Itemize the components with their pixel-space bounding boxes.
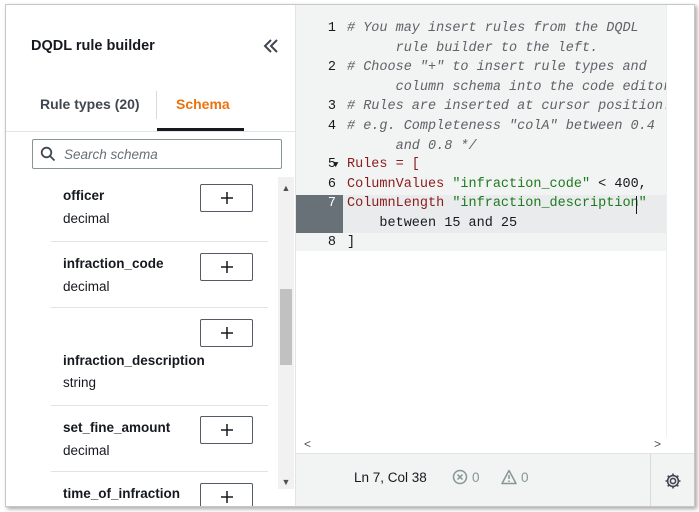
code-line: 8 ]	[296, 233, 666, 253]
code-text: # Rules are inserted at cursor position.	[347, 99, 672, 114]
plus-icon	[220, 491, 233, 503]
error-count-value: 0	[472, 469, 480, 485]
rule-keyword: ColumnValues	[347, 177, 453, 192]
code-line-active: 7 ColumnLength "infraction_description" …	[296, 194, 666, 234]
plus-icon	[220, 192, 233, 204]
code-line: 2 # Choose "+" to insert rule types and …	[296, 58, 679, 98]
plus-icon	[220, 261, 233, 273]
code-text: rule builder to the left.	[347, 41, 599, 56]
rule-condition: < 400,	[590, 177, 647, 192]
tab-divider	[156, 91, 157, 119]
panel-tabs: Rule types (20) Schema	[6, 85, 295, 132]
editor-scrollbar[interactable]	[666, 5, 682, 437]
column-string: "infraction_code"	[452, 177, 591, 192]
panel-title: DQDL rule builder	[31, 38, 155, 54]
code-line: 5 ▼ Rules = [	[296, 155, 666, 175]
code-text: # Choose "+" to insert rule types and	[347, 60, 647, 75]
scroll-right-icon[interactable]: >	[654, 437, 661, 451]
column-type: decimal	[63, 443, 110, 458]
column-type: string	[63, 375, 97, 390]
column-name: officer	[63, 188, 105, 203]
line-number: 1	[327, 21, 336, 36]
add-column-button[interactable]	[200, 483, 253, 506]
rule-keyword: ColumnLength	[347, 196, 453, 211]
dqdl-editor-window: DQDL rule builder Rule types (20) Schema…	[5, 4, 695, 507]
error-icon	[452, 469, 468, 485]
plus-icon	[220, 327, 233, 339]
schema-list: officer decimal infraction_code decimal …	[6, 177, 278, 506]
column-name: time_of_infraction	[63, 486, 181, 501]
code-text: ColumnValues "infraction_code" < 400,	[347, 175, 647, 195]
add-column-button[interactable]	[200, 253, 253, 281]
warning-icon	[501, 469, 517, 485]
search-icon	[40, 146, 56, 162]
code-editor[interactable]: 1 # You may insert rules from the DQDL r…	[296, 5, 694, 506]
scrollbar-thumb[interactable]	[280, 289, 292, 365]
active-tab-indicator	[157, 128, 244, 131]
line-number: 4	[327, 119, 336, 134]
line-number: 8	[327, 235, 336, 250]
column-name: infraction_description	[63, 353, 205, 368]
text-cursor	[636, 196, 637, 214]
scroll-down-icon[interactable]: ▼	[278, 475, 294, 489]
column-type: decimal	[63, 211, 110, 226]
column-name: set_fine_amount	[63, 420, 171, 435]
list-item: time_of_infraction	[51, 471, 268, 506]
scroll-up-icon[interactable]: ▲	[278, 181, 294, 195]
code-text: column schema into the code editor.	[347, 80, 680, 95]
column-type: decimal	[63, 279, 110, 294]
code-line: 4 # e.g. Completeness "colA" between 0.4…	[296, 117, 666, 157]
code-text: and 0.8 */	[347, 139, 477, 154]
line-number: 6	[327, 177, 336, 192]
code-text: # e.g. Completeness "colA" between 0.4	[347, 119, 655, 134]
line-number: 3	[327, 99, 336, 114]
code-text: # You may insert rules from the DQDL	[347, 21, 639, 36]
code-line: 3 # Rules are inserted at cursor positio…	[296, 97, 671, 117]
warning-count[interactable]: 0	[501, 469, 529, 485]
column-string: "infraction_description"	[452, 196, 647, 211]
editor-status-bar: Ln 7, Col 38 0 0	[296, 453, 694, 506]
code-text: Rules = [	[347, 157, 420, 172]
code-text: between 15 and 25	[347, 216, 518, 231]
list-item: set_fine_amount decimal	[51, 405, 268, 472]
code-text: ColumnLength "infraction_description"	[347, 194, 647, 214]
rule-builder-panel: DQDL rule builder Rule types (20) Schema…	[6, 5, 296, 506]
list-item: infraction_code decimal	[51, 241, 268, 308]
add-column-button[interactable]	[200, 184, 253, 212]
cursor-position: Ln 7, Col 38	[354, 470, 427, 485]
schema-scrollbar[interactable]: ▲ ▼	[278, 177, 294, 489]
scroll-left-icon[interactable]: <	[304, 437, 311, 451]
error-count[interactable]: 0	[452, 469, 480, 485]
line-number: 2	[327, 60, 336, 75]
list-item: infraction_description string	[51, 307, 268, 406]
settings-button[interactable]	[650, 454, 694, 506]
code-line: 1 # You may insert rules from the DQDL r…	[296, 19, 666, 59]
fold-caret-icon[interactable]: ▼	[333, 155, 343, 175]
warning-count-value: 0	[521, 469, 529, 485]
column-name: infraction_code	[63, 256, 164, 271]
search-box	[32, 139, 282, 169]
double-chevron-left-icon[interactable]	[262, 37, 280, 55]
code-text: ]	[347, 235, 356, 250]
editor-horizontal-scrollbar[interactable]: < >	[296, 437, 666, 451]
line-number: 7	[327, 196, 336, 211]
tab-schema[interactable]: Schema	[176, 85, 230, 129]
line-number: 5	[327, 157, 336, 172]
list-item: officer decimal	[51, 177, 268, 242]
gear-icon	[665, 473, 681, 488]
add-column-button[interactable]	[200, 319, 253, 347]
search-input[interactable]	[64, 145, 274, 163]
plus-icon	[220, 424, 233, 436]
tab-rule-types[interactable]: Rule types (20)	[40, 85, 140, 129]
add-column-button[interactable]	[200, 416, 253, 444]
code-line: 6 ColumnValues "infraction_code" < 400,	[296, 175, 666, 195]
